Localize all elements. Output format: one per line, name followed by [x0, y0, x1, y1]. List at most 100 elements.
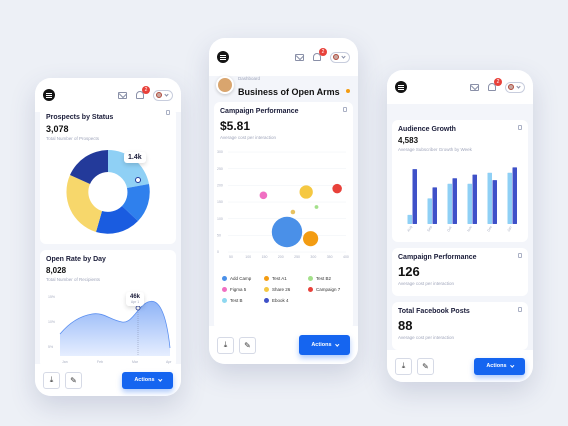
edit-button[interactable]: ✎ — [417, 357, 434, 375]
facebook-title: Total Facebook Posts — [398, 308, 470, 315]
campaign-scatter-chart: 300 250 200 150 100 50 0 50 100 150 200 250 300 350 40… — [217, 150, 349, 259]
download-button[interactable]: ⤓ — [395, 357, 412, 375]
legend-label: Test A1 — [272, 276, 287, 281]
account-menu[interactable] — [330, 51, 350, 63]
bar — [507, 172, 512, 224]
x-tick: 100 — [245, 255, 251, 259]
legend-label: Campaign 7 — [316, 287, 341, 292]
page-title-text: Business of Open Arms — [238, 87, 340, 97]
actions-button[interactable]: Actions — [299, 335, 350, 355]
actions-label: Actions — [134, 377, 155, 383]
pencil-icon: ✎ — [244, 340, 251, 350]
x-tick: 350 — [327, 255, 333, 259]
open-rate-card: Open Rate by Day 8,028 Total Number of R… — [40, 250, 176, 368]
actions-button[interactable]: Actions — [474, 357, 525, 375]
notification-badge: 2 — [494, 78, 502, 86]
scatter-point — [299, 185, 313, 199]
y-tick: 0 — [217, 250, 219, 254]
actions-button[interactable]: Actions — [122, 371, 173, 389]
legend-label: Test B — [230, 298, 243, 303]
bell-icon[interactable]: 2 — [488, 78, 502, 91]
bell-icon[interactable]: 2 — [313, 48, 327, 61]
bar — [487, 172, 492, 224]
y-tick: 15% — [48, 295, 55, 299]
mail-icon[interactable] — [470, 83, 479, 91]
tooltip-marker — [135, 177, 141, 183]
phone-right: 2 Audience Growth 4,583 Average Subscrib… — [387, 70, 533, 382]
bar — [432, 187, 437, 224]
pin-icon[interactable] — [343, 107, 347, 112]
notification-badge: 2 — [319, 48, 327, 56]
legend-item: Ebook 4 — [264, 298, 308, 303]
legend-label: Ebook 4 — [272, 298, 289, 303]
campaign-value: 126 — [398, 264, 420, 279]
mail-icon[interactable] — [118, 91, 127, 99]
top-bar: 2 — [35, 78, 181, 112]
pin-icon[interactable] — [518, 253, 522, 258]
prospects-tooltip: 1.4k — [124, 152, 146, 163]
y-tick: 200 — [217, 184, 223, 188]
bar — [452, 178, 457, 224]
facebook-value: 88 — [398, 318, 413, 333]
page-title: Business of Open Arms — [238, 82, 351, 100]
x-tick: Oct — [446, 226, 452, 233]
legend-item: Share 26 — [264, 287, 308, 292]
menu-icon[interactable] — [43, 89, 55, 101]
bar — [492, 180, 497, 224]
pin-icon[interactable] — [166, 110, 170, 115]
tooltip-marker — [135, 305, 141, 311]
y-tick: 150 — [217, 200, 223, 204]
bar — [447, 183, 452, 224]
edit-button[interactable]: ✎ — [239, 336, 256, 354]
legend-label: Figma 5 — [230, 287, 247, 292]
account-menu[interactable] — [153, 89, 173, 101]
campaign-subtitle: Average cost per interaction — [398, 281, 454, 286]
x-tick: 150 — [262, 255, 268, 259]
open-rate-area — [60, 301, 170, 356]
open-rate-title: Open Rate by Day — [46, 256, 106, 263]
pin-icon[interactable] — [518, 307, 522, 312]
menu-icon[interactable] — [395, 81, 407, 93]
edit-button[interactable]: ✎ — [65, 371, 82, 389]
x-tick: Aug — [406, 225, 413, 232]
y-tick: 50 — [217, 234, 221, 238]
bottom-bar: ⤓ ✎ Actions — [35, 364, 181, 396]
y-tick: 100 — [217, 217, 223, 221]
campaign-title: Campaign Performance — [220, 108, 299, 115]
open-rate-area-chart: 15% 10% 5% Jan Feb Mar Apr — [48, 295, 172, 364]
menu-icon[interactable] — [217, 51, 229, 63]
legend-swatch — [222, 276, 227, 281]
x-tick: 300 — [310, 255, 316, 259]
scatter-point — [303, 231, 319, 247]
download-button[interactable]: ⤓ — [43, 371, 60, 389]
prospects-card: Prospects by Status 3,078 Total Number o… — [40, 108, 176, 244]
scatter-point — [314, 205, 319, 209]
top-bar: 2 — [209, 38, 358, 76]
breadcrumb[interactable]: Dashboard — [238, 76, 260, 81]
legend-swatch — [222, 287, 227, 292]
phone-left: 2 Prospects by Status 3,078 Total Number… — [35, 78, 181, 396]
campaign-title: Campaign Performance — [398, 254, 477, 261]
legend-swatch — [222, 298, 227, 303]
scatter-legend: Add Camp Test A1 Test B2 Figma 5 Share 26 Cam… — [222, 276, 348, 303]
x-tick: 400 — [343, 255, 349, 259]
audience-subtitle: Average Subscriber Growth by Week — [398, 147, 472, 152]
legend-item: Test B2 — [308, 276, 348, 281]
prospects-subtitle: Total Number of Prospects — [46, 136, 100, 141]
pin-icon[interactable] — [518, 125, 522, 130]
legend-item: Add Camp — [222, 276, 264, 281]
legend-swatch — [264, 287, 269, 292]
download-button[interactable]: ⤓ — [217, 336, 234, 354]
audience-title: Audience Growth — [398, 126, 456, 133]
y-tick: 300 — [217, 150, 223, 154]
audience-bar-chart: Aug Sep Oct Nov Dec Jan — [406, 167, 517, 233]
chevron-down-icon — [516, 83, 521, 89]
mail-icon[interactable] — [295, 53, 304, 61]
bell-icon[interactable]: 2 — [136, 86, 150, 99]
account-menu[interactable] — [505, 81, 525, 93]
avatar — [508, 84, 514, 90]
prospects-donut-chart — [66, 150, 150, 234]
bottom-bar: ⤓ ✎ Actions — [387, 350, 533, 382]
open-rate-subtitle: Total Number of Recipients — [46, 277, 101, 282]
bottom-bar: ⤓ ✎ Actions — [209, 326, 358, 364]
